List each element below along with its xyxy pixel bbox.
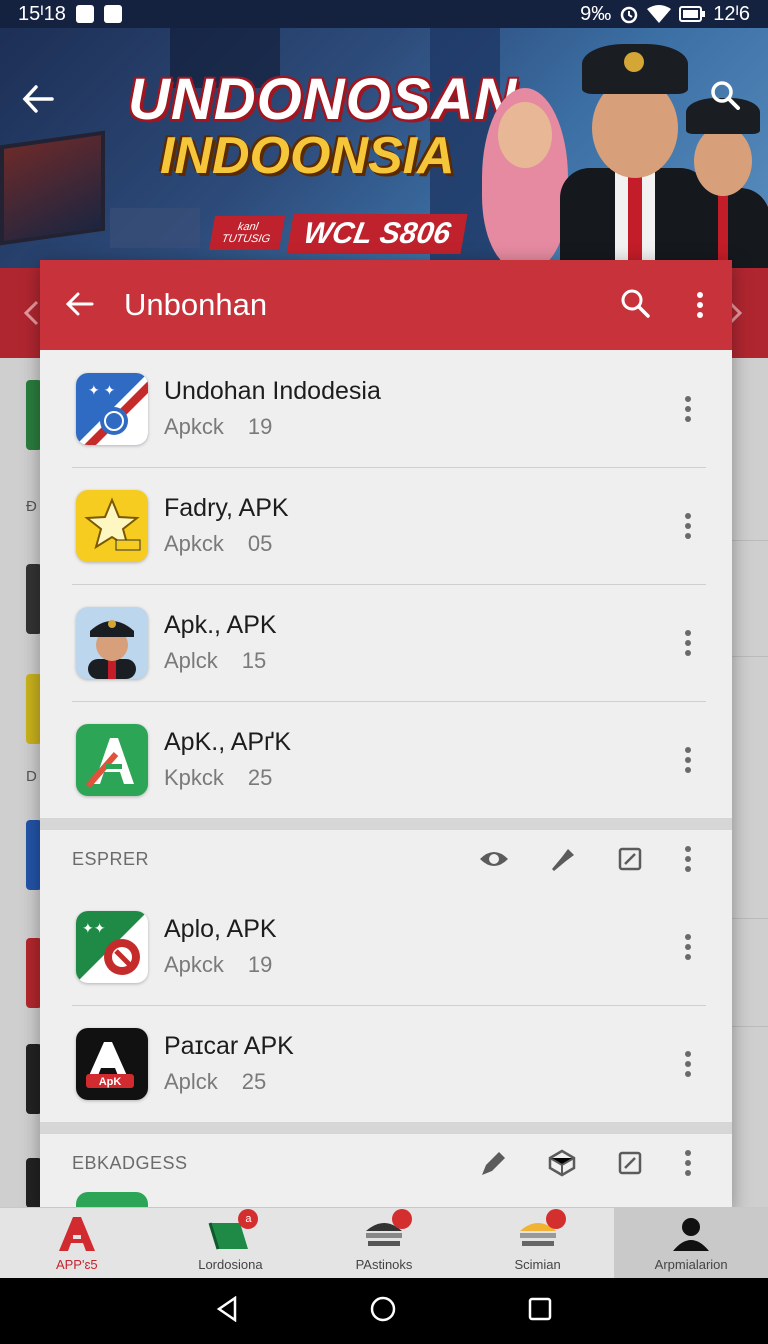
item-menu-icon[interactable] xyxy=(682,933,694,960)
cube-icon[interactable] xyxy=(546,1147,578,1179)
item-menu-icon[interactable] xyxy=(682,629,694,656)
item-menu-icon[interactable] xyxy=(682,746,694,773)
image-notification-icon xyxy=(103,5,122,23)
list-item[interactable]: ✦✦ Aplo, APK Apkck 19 xyxy=(40,888,732,1005)
alert-badge xyxy=(545,1209,566,1229)
overflow-menu-icon[interactable] xyxy=(694,292,706,318)
black-apk-app-icon: ApK xyxy=(76,1027,148,1100)
app-meta: Apkck xyxy=(164,952,224,977)
billboard-screen xyxy=(0,130,105,246)
burger-hat-icon xyxy=(516,1209,566,1251)
apps-a-icon xyxy=(55,1217,99,1251)
section-divider xyxy=(40,1122,732,1134)
item-menu-icon[interactable] xyxy=(682,512,694,539)
list-item[interactable]: Apk., APK Aplck 15 xyxy=(40,584,732,701)
app-meta: Apkck xyxy=(164,414,224,439)
home-circle-icon[interactable] xyxy=(369,1295,397,1328)
flag-swirl-app-icon: ✦✦ xyxy=(76,910,148,983)
battery-icon xyxy=(679,6,706,22)
edit-box-icon[interactable] xyxy=(614,1147,646,1179)
back-triangle-icon[interactable] xyxy=(215,1295,239,1327)
section-menu-icon[interactable] xyxy=(682,1150,694,1176)
section-title: ESPRER xyxy=(72,848,150,869)
battery-text: 12ᴵ6 xyxy=(713,2,750,25)
wifi-icon xyxy=(647,5,672,23)
section-header: ESPRER xyxy=(40,830,732,888)
indonesia-flag-app-icon: ✦ ✦ xyxy=(76,372,148,445)
item-menu-icon[interactable] xyxy=(682,1050,694,1077)
list-item[interactable]: Fadry, APK Apkck 05 xyxy=(40,467,732,584)
nav-item-account[interactable]: Arpmialarion xyxy=(614,1208,768,1278)
nav-item-lordosiona[interactable]: a Lordosiona xyxy=(154,1208,308,1278)
bottom-navigation: APP'ɛ5 a Lordosiona PAstinoks Scimian Ar… xyxy=(0,1207,768,1278)
app-meta: Kpkck xyxy=(164,765,224,790)
brush-icon[interactable] xyxy=(478,1147,510,1179)
section-title: EBKADGESS xyxy=(72,1152,188,1173)
captain-hat-icon xyxy=(362,1209,412,1251)
alert-badge xyxy=(391,1209,412,1229)
app-meta: Aplck xyxy=(164,648,218,673)
app-version: 25 xyxy=(241,1069,267,1094)
section-divider xyxy=(40,818,732,830)
second-pilot-figure xyxy=(680,98,768,268)
banner-title: UNDONOSAN xyxy=(128,67,518,132)
nav-item-scimian[interactable]: Scimian xyxy=(461,1208,615,1278)
recents-square-icon[interactable] xyxy=(527,1296,553,1327)
alarm-icon xyxy=(621,6,638,24)
card-search-icon[interactable] xyxy=(620,288,650,323)
section-header: EBKADGESS xyxy=(40,1134,732,1192)
svg-text:ApK: ApK xyxy=(99,1076,122,1088)
person-icon xyxy=(669,1217,713,1251)
item-menu-icon[interactable] xyxy=(682,395,694,422)
banner-subtitle: INDOONSIA xyxy=(160,127,455,185)
svg-text:✦ ✦: ✦ ✦ xyxy=(88,382,116,398)
app-name: ApK., APґK xyxy=(164,728,292,756)
edit-icon[interactable] xyxy=(614,843,646,875)
app-list-card: Unbonhan ✦ ✦ Undohan Indodesia Apkck 19 F… xyxy=(40,260,732,1210)
app-name: Apk., APK xyxy=(164,611,277,639)
search-icon[interactable] xyxy=(710,80,740,115)
promo-banner: UNDONOSAN INDOONSIA kanl TUTUSIG WCL S80… xyxy=(0,28,768,268)
svg-text:✦✦: ✦✦ xyxy=(82,920,106,936)
section-menu-icon[interactable] xyxy=(682,846,694,872)
status-bar: 15ᴵ18 9‰ 12ᴵ6 xyxy=(0,0,768,28)
nav-item-apps[interactable]: APP'ɛ5 xyxy=(0,1208,154,1278)
app-meta: Apkck xyxy=(164,531,224,556)
app-name: Paɪcar APK xyxy=(164,1032,294,1060)
app-name: Undohan Indodesia xyxy=(164,377,381,405)
notification-icon xyxy=(75,5,94,23)
list-item[interactable]: ✦ ✦ Undohan Indodesia Apkck 19 xyxy=(40,350,732,467)
app-version: 15 xyxy=(241,648,267,673)
back-arrow-icon[interactable] xyxy=(22,83,54,122)
list-item[interactable]: ApK., APґK Kpkck 25 xyxy=(40,701,732,818)
card-title: Unbonhan xyxy=(124,287,268,322)
app-name: Fadry, APK xyxy=(164,494,289,522)
app-version: 19 xyxy=(247,414,273,439)
banner-small-badge: kanl TUTUSIG xyxy=(209,216,285,250)
star-app-icon xyxy=(76,489,148,562)
pin-icon[interactable] xyxy=(546,843,578,875)
eye-icon[interactable] xyxy=(478,843,510,875)
card-app-bar: Unbonhan xyxy=(40,260,732,350)
banner-code-badge: WCL S806 xyxy=(286,214,468,254)
clock: 15ᴵ18 xyxy=(18,2,66,25)
pilot-avatar-app-icon xyxy=(76,606,148,679)
app-version: 05 xyxy=(247,531,273,556)
app-version: 19 xyxy=(247,952,273,977)
green-a-app-icon xyxy=(76,723,148,796)
notification-badge: a xyxy=(238,1209,259,1229)
nav-item-pastinoks[interactable]: PAstinoks xyxy=(307,1208,461,1278)
app-version: 25 xyxy=(247,765,273,790)
flag-icon: a xyxy=(208,1209,259,1251)
system-navigation-bar xyxy=(0,1278,768,1344)
card-back-icon[interactable] xyxy=(65,287,122,324)
app-name: Aplo, APK xyxy=(164,915,277,943)
battery-percent-text: 9‰ xyxy=(580,2,612,25)
list-item[interactable]: ApK Paɪcar APK Aplck 25 xyxy=(40,1005,732,1122)
app-meta: Aplck xyxy=(164,1069,218,1094)
